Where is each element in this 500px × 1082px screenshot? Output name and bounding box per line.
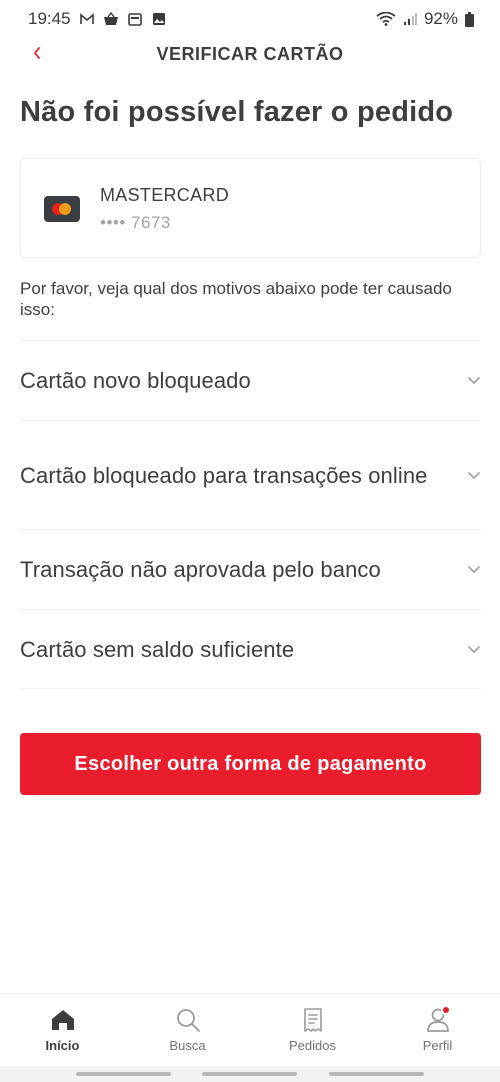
nav-item-inicio[interactable]: Início	[0, 994, 125, 1065]
reason-label: Transação não aprovada pelo banco	[20, 557, 381, 582]
intro-text: Por favor, veja qual dos motivos abaixo …	[20, 279, 452, 319]
gmail-icon	[79, 11, 95, 27]
reason-item-insufficient-funds[interactable]: Cartão sem saldo suficiente	[20, 609, 481, 688]
status-left: 19:45	[28, 9, 167, 29]
back-handle[interactable]	[329, 1072, 425, 1076]
chevron-left-icon	[32, 44, 42, 65]
mastercard-logo	[44, 196, 80, 222]
nav-item-busca[interactable]: Busca	[125, 994, 250, 1065]
receipt-icon	[299, 1006, 327, 1034]
app-header: VERIFICAR CARTÃO	[0, 38, 500, 70]
card-brand: MASTERCARD	[100, 185, 230, 205]
reasons-list: Cartão novo bloqueado Cartão bloqueado p…	[20, 340, 481, 689]
card-summary: MASTERCARD •••• 7673	[20, 158, 481, 258]
chevron-down-icon	[467, 468, 481, 482]
reason-item-new-card-blocked[interactable]: Cartão novo bloqueado	[20, 340, 481, 420]
chevron-down-icon	[467, 563, 481, 577]
nav-label: Perfil	[422, 1038, 453, 1053]
wifi-icon	[376, 11, 396, 27]
error-title: Não foi possível fazer o pedido	[20, 96, 454, 128]
nav-label: Início	[45, 1038, 80, 1053]
chevron-down-icon	[467, 374, 481, 388]
reason-label: Cartão novo bloqueado	[20, 368, 251, 393]
home-icon	[49, 1006, 77, 1034]
profile-icon	[424, 1005, 452, 1034]
page-title: VERIFICAR CARTÃO	[156, 43, 344, 64]
system-gesture-bar	[0, 1066, 500, 1082]
reason-item-bank-declined[interactable]: Transação não aprovada pelo banco	[20, 529, 481, 609]
signal-icon	[402, 11, 418, 27]
chevron-down-icon	[467, 642, 481, 656]
basket-icon	[103, 11, 119, 27]
status-right: 92%	[376, 9, 474, 29]
divider	[20, 688, 481, 689]
choose-other-payment-button[interactable]: Escolher outra forma de pagamento	[20, 733, 481, 795]
reason-label: Cartão bloqueado para transações online	[20, 462, 428, 488]
nav-label: Busca	[169, 1038, 206, 1053]
nav-label: Pedidos	[289, 1038, 336, 1053]
calendar-icon	[127, 11, 143, 27]
status-bar: 19:45 92%	[0, 0, 500, 38]
reason-item-online-blocked[interactable]: Cartão bloqueado para transações online	[20, 420, 481, 529]
back-button[interactable]	[22, 38, 52, 70]
battery-icon	[464, 11, 474, 27]
bottom-nav: Início Busca Pedidos Perfil	[0, 993, 500, 1065]
search-icon	[174, 1006, 202, 1034]
battery-text: 92%	[423, 9, 458, 28]
notification-badge	[440, 1005, 451, 1015]
card-number: •••• 7673	[100, 213, 171, 232]
reason-label: Cartão sem saldo suficiente	[20, 636, 295, 662]
image-icon	[151, 11, 167, 27]
status-time: 19:45	[28, 9, 71, 28]
nav-item-perfil[interactable]: Perfil	[375, 994, 500, 1065]
home-handle[interactable]	[202, 1072, 298, 1076]
nav-item-pedidos[interactable]: Pedidos	[250, 994, 375, 1065]
recents-handle[interactable]	[75, 1072, 171, 1076]
